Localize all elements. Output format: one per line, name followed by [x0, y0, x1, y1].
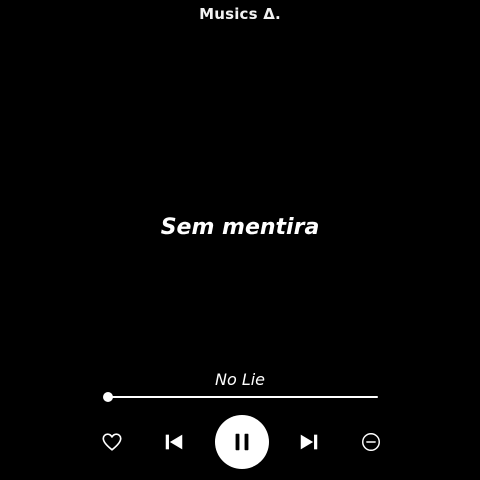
previous-button[interactable]	[162, 430, 186, 454]
progress-track	[106, 396, 378, 398]
remove-button[interactable]	[359, 430, 383, 454]
current-lyric-line: Sem mentira	[160, 215, 320, 240]
pause-icon	[235, 433, 249, 451]
like-button[interactable]	[100, 430, 124, 454]
skip-previous-icon	[165, 434, 183, 450]
skip-next-icon	[300, 434, 318, 450]
progress-knob[interactable]	[103, 392, 113, 402]
progress-bar[interactable]	[103, 391, 378, 403]
minus-circle-icon	[362, 433, 380, 451]
track-title: No Lie	[214, 370, 266, 389]
pause-button[interactable]	[215, 415, 269, 469]
heart-outline-icon	[102, 433, 122, 451]
app-title: Musics Δ.	[199, 5, 281, 23]
next-button[interactable]	[297, 430, 321, 454]
